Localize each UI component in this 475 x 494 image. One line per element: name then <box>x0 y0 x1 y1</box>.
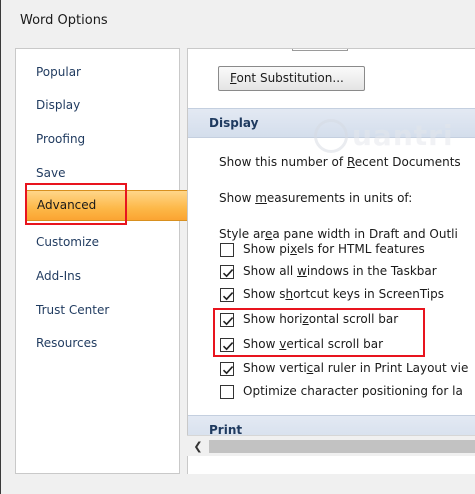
sidebar-item-label: Add-Ins <box>36 269 81 283</box>
sidebar-item-label: Proofing <box>36 132 86 146</box>
checkbox-checked[interactable] <box>220 362 234 376</box>
sidebar-item-advanced[interactable]: Advanced <box>25 190 188 221</box>
checkbox-label: Show pixels for HTML features <box>243 242 425 256</box>
sidebar-item-label: Customize <box>36 235 99 249</box>
checkmark-icon <box>222 292 234 301</box>
checkbox[interactable] <box>220 243 234 257</box>
sidebar-item-display[interactable]: Display <box>16 90 179 120</box>
style-area-width-row: Style area pane width in Draft and Outli <box>219 227 458 241</box>
measurement-units-row: Show measurements in units of: <box>219 191 413 205</box>
checkbox-checked[interactable] <box>220 313 234 327</box>
checkbox-checked[interactable] <box>220 338 234 352</box>
display-section-header: Display <box>188 108 475 138</box>
sidebar-item-label: Trust Center <box>36 303 110 317</box>
horizontal-scrollbar[interactable]: ❮ <box>187 435 475 456</box>
recent-documents-row: Show this number of Recent Documents <box>219 155 461 169</box>
checkbox-label: Optimize character positioning for la <box>243 384 463 398</box>
checkbox[interactable] <box>220 385 234 399</box>
sidebar-item-save[interactable]: Save <box>16 158 179 188</box>
sidebar-item-proofing[interactable]: Proofing <box>16 124 179 154</box>
checkbox-checked[interactable] <box>220 265 234 279</box>
font-substitution-button[interactable]: Font Substitution... <box>218 66 365 91</box>
checkmark-icon <box>222 366 234 375</box>
sidebar-item-customize[interactable]: Customize <box>16 227 179 257</box>
checkmark-icon <box>222 269 234 278</box>
sidebar-item-label: Resources <box>36 336 98 350</box>
sidebar-item-popular[interactable]: Popular <box>16 57 179 87</box>
sidebar-item-label: Advanced <box>37 198 97 212</box>
checkbox-label: Show vertical ruler in Print Layout vie <box>243 361 469 375</box>
cutoff-row-top <box>228 49 428 55</box>
checkbox-label: Show shortcut keys in ScreenTips <box>243 287 445 301</box>
advanced-options-panel[interactable]: Font Substitution... Display uantri Show… <box>187 48 475 474</box>
sidebar-item-resources[interactable]: Resources <box>16 328 179 358</box>
chevron-left-icon[interactable]: ❮ <box>189 438 207 455</box>
sidebar-item-label: Save <box>36 166 66 180</box>
options-sidebar: Popular Display Proofing Save Advanced C… <box>15 48 188 474</box>
title-bar[interactable]: Word Options <box>1 0 475 44</box>
checkbox-label: Show all windows in the Taskbar <box>243 264 437 278</box>
checkbox-label: Show horizontal scroll bar <box>243 312 399 326</box>
checkmark-icon <box>222 317 234 326</box>
checkbox-checked[interactable] <box>220 288 234 302</box>
cutoff-field <box>292 49 348 51</box>
checkmark-icon <box>222 342 234 351</box>
sidebar-item-trust-center[interactable]: Trust Center <box>16 295 179 325</box>
dialog-title: Word Options <box>20 13 108 28</box>
checkbox-label: Show vertical scroll bar <box>243 337 384 351</box>
word-options-dialog: Word Options Popular Display Proofing Sa… <box>0 0 475 494</box>
sidebar-item-add-ins[interactable]: Add-Ins <box>16 261 179 291</box>
button-label: ont Substitution... <box>236 71 344 85</box>
scrollbar-thumb[interactable] <box>209 440 475 453</box>
sidebar-item-label: Display <box>36 98 81 112</box>
sidebar-item-label: Popular <box>36 65 81 79</box>
